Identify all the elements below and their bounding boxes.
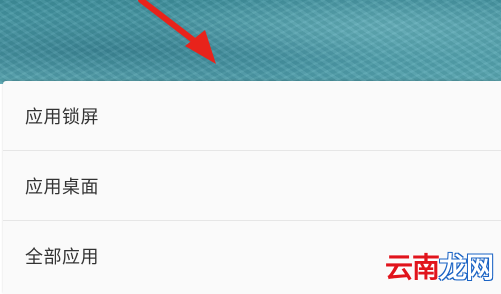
menu-item-apply-desktop[interactable]: 应用桌面 xyxy=(3,151,501,221)
watermark-part2: 龙网 xyxy=(438,251,494,284)
menu-item-apply-lockscreen[interactable]: 应用锁屏 xyxy=(3,81,501,151)
red-arrow-icon xyxy=(138,0,216,64)
menu-item-label: 应用桌面 xyxy=(25,176,99,198)
menu-item-label: 全部应用 xyxy=(25,247,99,268)
menu-item-label: 应用锁屏 xyxy=(25,106,99,128)
site-watermark: 云南龙网 xyxy=(384,246,494,286)
watermark-part1: 云南 xyxy=(384,251,440,284)
